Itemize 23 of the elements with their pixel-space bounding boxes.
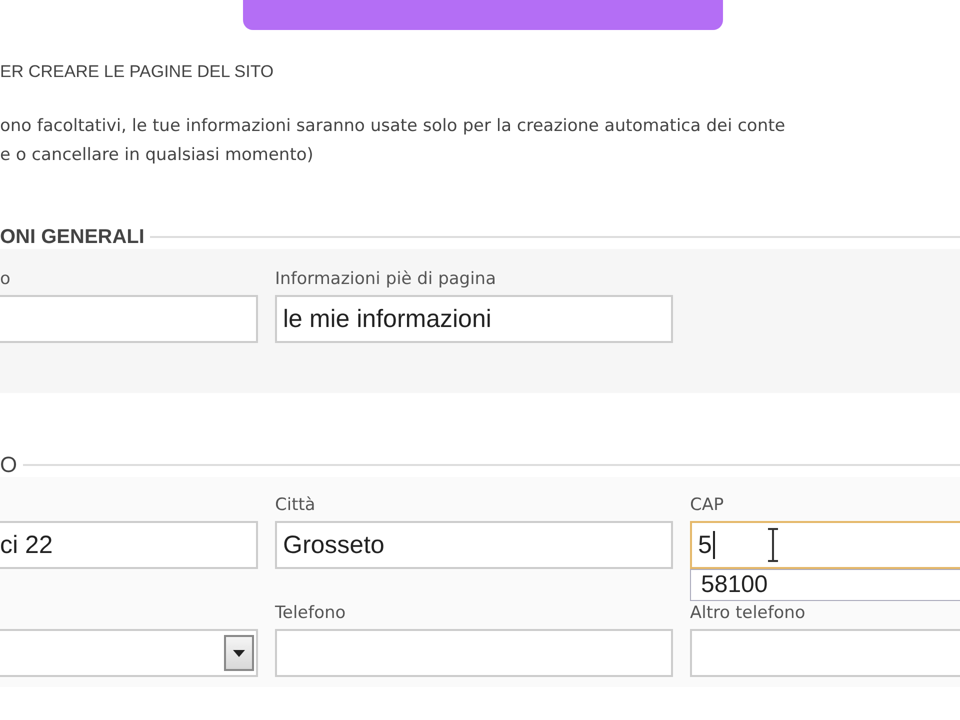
input-field[interactable]: 5	[690, 521, 960, 569]
autocomplete-suggestion[interactable]: 58100	[691, 570, 960, 600]
text-cursor-icon	[766, 528, 780, 562]
page-heading: ER CREARE LE PAGINE DEL SITO	[0, 62, 275, 82]
field-label: Altro telefono	[690, 603, 806, 623]
field-label: Telefono	[275, 603, 346, 623]
input-field[interactable]	[0, 295, 258, 343]
select-field[interactable]	[0, 629, 258, 677]
input-field[interactable]	[690, 629, 960, 677]
intro-text: e o cancellare in qualsiasi momento)	[0, 144, 314, 167]
field-label: CAP	[690, 495, 724, 515]
section-legend: ONI GENERALI	[0, 226, 150, 248]
intro-text: ono facoltativi, le tue informazioni saranno usate solo per la creazione automatica dei conte	[0, 115, 786, 138]
caret-icon	[233, 650, 245, 656]
field-label: Informazioni piè di pagina	[275, 269, 496, 289]
input-field[interactable]: Grosseto	[275, 521, 673, 569]
input-field[interactable]	[275, 629, 673, 677]
field-label: Città	[275, 495, 316, 515]
section-legend: O	[0, 452, 24, 478]
input-field[interactable]: ci 22	[0, 521, 258, 569]
input-field[interactable]: le mie informazioni	[275, 295, 673, 343]
header-button[interactable]	[243, 0, 723, 30]
field-label: o	[0, 269, 10, 289]
